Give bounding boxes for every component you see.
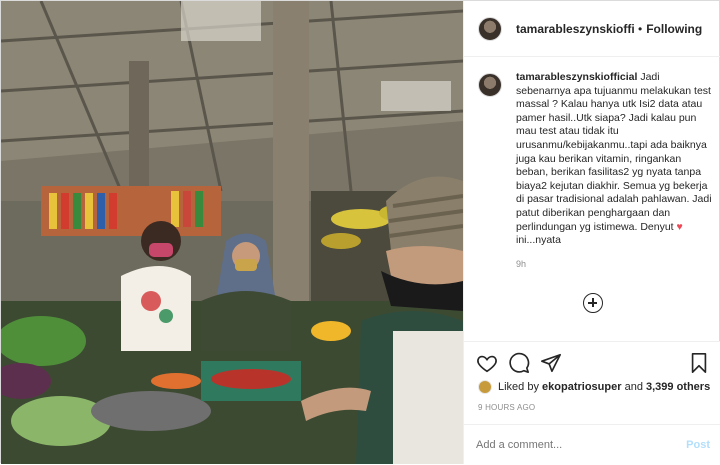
- header-separator: •: [638, 21, 643, 36]
- comment-icon[interactable]: [508, 352, 530, 374]
- caption-time[interactable]: 9h: [516, 258, 714, 272]
- heart-emoji: ♥: [676, 220, 683, 233]
- following-button[interactable]: Following: [646, 22, 702, 36]
- caption-body: Jadi sebenarnya apa tujuanmu melakukan t…: [516, 71, 712, 247]
- header-avatar[interactable]: [478, 16, 502, 41]
- liked-by-avatar[interactable]: [478, 380, 492, 394]
- caption-avatar[interactable]: [478, 73, 502, 97]
- share-icon[interactable]: [540, 352, 562, 374]
- liked-by-line: Liked by ekopatriosuper and 3,399 others: [478, 380, 710, 394]
- post-comment-button[interactable]: Post: [686, 439, 710, 451]
- liked-by-prefix: Liked by: [498, 381, 539, 393]
- post-actions: Liked by ekopatriosuper and 3,399 others…: [464, 341, 720, 464]
- header-username[interactable]: tamarableszynskioffici: [516, 22, 634, 36]
- post-header: tamarableszynskioffici • Following: [464, 1, 720, 57]
- posted-time[interactable]: 9 HOURS AGO: [478, 403, 535, 412]
- action-icons: [476, 352, 562, 374]
- caption-text-block: tamarableszynskiofficial Jadi sebenarnya…: [516, 71, 714, 271]
- plus-circle-icon[interactable]: [583, 293, 603, 313]
- caption: tamarableszynskiofficial Jadi sebenarnya…: [478, 71, 714, 271]
- comment-input[interactable]: [476, 439, 687, 451]
- comment-bar: Post: [464, 424, 720, 465]
- liked-by-user[interactable]: ekopatriosuper: [542, 381, 621, 393]
- liked-by-and: and: [624, 381, 643, 393]
- heart-icon[interactable]: [476, 352, 498, 374]
- bookmark-icon[interactable]: [688, 352, 710, 374]
- post-photo[interactable]: [1, 1, 463, 464]
- instagram-post: tamarableszynskioffici • Following tamar…: [0, 0, 720, 464]
- caption-username[interactable]: tamarableszynskiofficial: [516, 71, 637, 83]
- post-side-panel: tamarableszynskioffici • Following tamar…: [463, 1, 720, 464]
- likes-count[interactable]: 3,399 others: [646, 381, 710, 393]
